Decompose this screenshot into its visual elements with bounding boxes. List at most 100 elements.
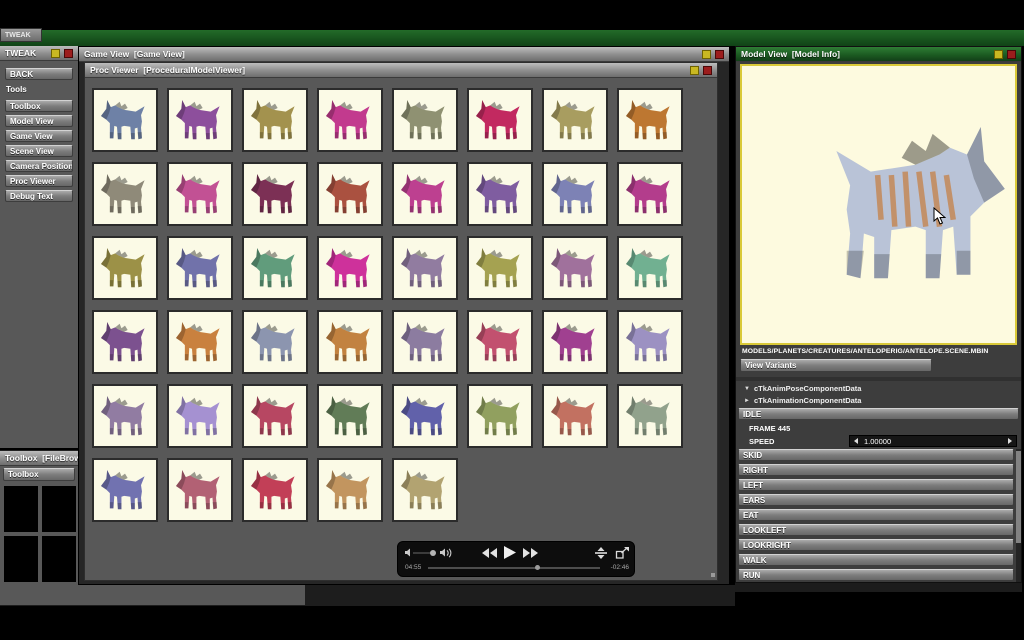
anim-button-idle[interactable]: IDLE [738,408,1019,420]
game-view-titlebar[interactable]: Game View [Game View] [79,47,729,62]
tweak-dock-tab[interactable]: TWEAK [0,28,42,42]
creature-thumbnail[interactable] [317,162,383,226]
volume-control[interactable] [403,547,455,559]
rewind-button[interactable] [482,548,497,558]
scrollbar[interactable] [1016,449,1021,582]
model-view-titlebar[interactable]: Model View [Model Info] [736,47,1021,62]
creature-thumbnail[interactable] [617,384,683,448]
play-button[interactable] [504,546,516,559]
creature-thumbnail[interactable] [392,458,458,522]
creature-thumbnail[interactable] [242,236,308,300]
creature-thumbnail[interactable] [92,310,158,374]
sidebar-item-scene-view[interactable]: Scene View [5,145,73,157]
creature-thumbnail[interactable] [167,162,233,226]
creature-thumbnail[interactable] [617,310,683,374]
fast-forward-button[interactable] [523,548,538,558]
creature-thumbnail[interactable] [617,88,683,152]
creature-thumbnail[interactable] [467,88,533,152]
creature-thumbnail[interactable] [167,310,233,374]
creature-thumbnail[interactable] [92,384,158,448]
creature-thumbnail[interactable] [617,236,683,300]
creature-thumbnail[interactable] [617,162,683,226]
tweak-titlebar[interactable]: TWEAK [0,46,78,61]
creature-render [246,240,304,297]
creature-thumbnail[interactable] [392,384,458,448]
creature-thumbnail[interactable] [92,88,158,152]
creature-thumbnail[interactable] [542,236,608,300]
minimize-button[interactable] [994,50,1003,59]
creature-thumbnail[interactable] [317,310,383,374]
creature-thumbnail[interactable] [92,162,158,226]
close-button[interactable] [703,66,712,75]
share-icon[interactable] [615,547,629,559]
anim-button-walk[interactable]: WALK [738,554,1014,566]
increment-arrow-icon[interactable] [1008,438,1012,444]
creature-thumbnail[interactable] [467,384,533,448]
creature-thumbnail[interactable] [467,236,533,300]
component-row-animpose[interactable]: ▼ cTkAnimPoseComponentData [744,384,861,393]
creature-thumbnail[interactable] [317,384,383,448]
file-thumbnail[interactable] [4,486,38,532]
anim-button-lookright[interactable]: LOOKRIGHT [738,539,1014,551]
speed-spinner[interactable]: 1.00000 [849,435,1017,447]
anim-button-skid[interactable]: SKID [738,449,1014,461]
proc-viewer-titlebar[interactable]: Proc Viewer [ProceduralModelViewer] [85,63,717,78]
view-variants-button[interactable]: View Variants [740,359,932,372]
creature-thumbnail[interactable] [392,310,458,374]
creature-thumbnail[interactable] [467,310,533,374]
creature-thumbnail[interactable] [467,162,533,226]
creature-thumbnail[interactable] [167,88,233,152]
anim-button-lookleft[interactable]: LOOKLEFT [738,524,1014,536]
creature-thumbnail[interactable] [242,88,308,152]
creature-thumbnail[interactable] [317,236,383,300]
creature-thumbnail[interactable] [542,310,608,374]
expand-icon[interactable] [595,547,607,559]
sidebar-item-toolbox[interactable]: Toolbox [5,100,73,112]
component-row-animation[interactable]: ► cTkAnimationComponentData [744,396,861,405]
sidebar-item-debug-text[interactable]: Debug Text [5,190,73,202]
sidebar-item-game-view[interactable]: Game View [5,130,73,142]
sidebar-item-model-view[interactable]: Model View [5,115,73,127]
anim-button-left[interactable]: LEFT [738,479,1014,491]
sidebar-item-proc-viewer[interactable]: Proc Viewer [5,175,73,187]
creature-thumbnail[interactable] [92,458,158,522]
creature-thumbnail[interactable] [242,384,308,448]
close-button[interactable] [1007,50,1016,59]
creature-thumbnail[interactable] [317,458,383,522]
creature-thumbnail[interactable] [242,310,308,374]
anim-button-right[interactable]: RIGHT [738,464,1014,476]
decrement-arrow-icon[interactable] [854,438,858,444]
creature-thumbnail[interactable] [242,458,308,522]
scrollbar-thumb[interactable] [1016,451,1021,543]
progress-knob[interactable] [535,565,540,570]
creature-thumbnail[interactable] [92,236,158,300]
sidebar-item-camera-position[interactable]: Camera Position [5,160,73,172]
close-button[interactable] [715,50,724,59]
file-thumbnail[interactable] [42,536,76,582]
creature-thumbnail[interactable] [392,236,458,300]
creature-thumbnail[interactable] [167,236,233,300]
minimize-button[interactable] [690,66,699,75]
progress-track[interactable] [428,567,600,569]
creature-thumbnail[interactable] [392,88,458,152]
creature-thumbnail[interactable] [167,458,233,522]
creature-thumbnail[interactable] [242,162,308,226]
close-button[interactable] [64,49,73,58]
anim-button-ears[interactable]: EARS [738,494,1014,506]
minimize-button[interactable] [702,50,711,59]
creature-thumbnail[interactable] [542,88,608,152]
file-thumbnail[interactable] [42,486,76,532]
toolbox-button[interactable]: Toolbox [3,468,75,481]
creature-thumbnail[interactable] [167,384,233,448]
file-thumbnail[interactable] [4,536,38,582]
creature-thumbnail[interactable] [317,88,383,152]
back-button[interactable]: BACK [5,68,73,80]
model-3d-viewport[interactable] [740,64,1017,345]
minimize-button[interactable] [51,49,60,58]
creature-thumbnail[interactable] [542,162,608,226]
creature-thumbnail[interactable] [542,384,608,448]
anim-button-run[interactable]: RUN [738,569,1014,581]
anim-button-eat[interactable]: EAT [738,509,1014,521]
resize-grip[interactable] [711,573,715,577]
creature-thumbnail[interactable] [392,162,458,226]
